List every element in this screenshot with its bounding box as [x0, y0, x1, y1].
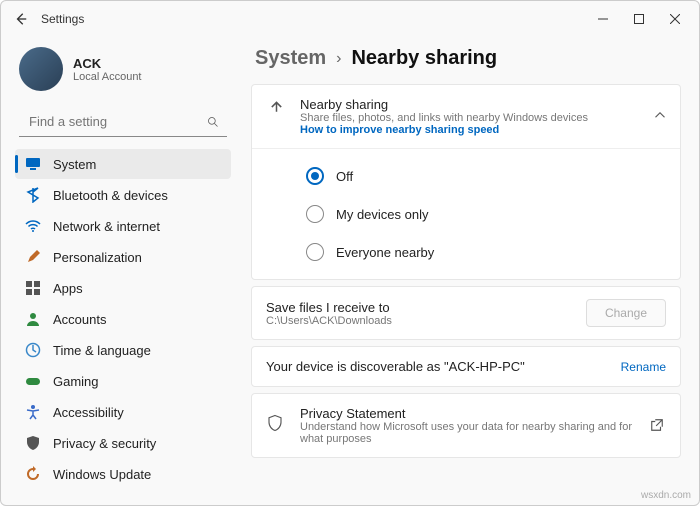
sidebar-item-label: Accounts [53, 312, 106, 327]
sidebar-item-windows-update[interactable]: Windows Update [15, 459, 231, 489]
settings-window: Settings ACK Local Account System Bluetoo… [0, 0, 700, 506]
breadcrumb: System › Nearby sharing [255, 47, 681, 70]
external-link-icon [650, 418, 666, 434]
window-title: Settings [41, 12, 84, 26]
main-content: System › Nearby sharing Nearby sharing S… [241, 37, 699, 505]
sidebar-item-label: Windows Update [53, 467, 151, 482]
radio-my-devices-only[interactable]: My devices only [306, 195, 666, 233]
radio-label: My devices only [336, 207, 428, 222]
wifi-icon [25, 218, 41, 234]
chevron-right-icon: › [336, 50, 341, 68]
accessibility-icon [25, 404, 41, 420]
discoverable-card: Your device is discoverable as "ACK-HP-P… [251, 346, 681, 387]
sidebar-item-network-internet[interactable]: Network & internet [15, 211, 231, 241]
bluetooth-icon [25, 187, 41, 203]
radio-button-icon [306, 205, 324, 223]
rename-link[interactable]: Rename [621, 360, 666, 374]
minimize-button[interactable] [585, 5, 621, 33]
sidebar-item-label: Time & language [53, 343, 151, 358]
close-icon [670, 14, 680, 24]
privacy-subtitle: Understand how Microsoft uses your data … [300, 421, 636, 445]
discoverable-text: Your device is discoverable as "ACK-HP-P… [266, 359, 607, 374]
sidebar-item-label: Network & internet [53, 219, 160, 234]
search-box[interactable] [19, 107, 227, 137]
radio-everyone-nearby[interactable]: Everyone nearby [306, 233, 666, 271]
breadcrumb-current: Nearby sharing [351, 47, 497, 70]
shield-icon [25, 435, 41, 451]
sidebar-item-label: Privacy & security [53, 436, 156, 451]
sidebar-item-label: Personalization [53, 250, 142, 265]
share-icon [266, 99, 286, 122]
gaming-icon [25, 373, 41, 389]
breadcrumb-parent[interactable]: System [255, 47, 326, 70]
nearby-subtitle: Share files, photos, and links with near… [300, 112, 588, 124]
watermark: wsxdn.com [641, 490, 691, 501]
user-account-type: Local Account [73, 71, 142, 83]
radio-label: Everyone nearby [336, 245, 434, 260]
privacy-card[interactable]: Privacy Statement Understand how Microso… [251, 393, 681, 458]
clock-globe-icon [25, 342, 41, 358]
sidebar-item-bluetooth-devices[interactable]: Bluetooth & devices [15, 180, 231, 210]
nearby-radios: Off My devices only Everyone nearby [252, 148, 680, 279]
titlebar: Settings [1, 1, 699, 37]
sidebar-item-label: Gaming [53, 374, 99, 389]
maximize-button[interactable] [621, 5, 657, 33]
minimize-icon [598, 14, 608, 24]
sidebar-item-gaming[interactable]: Gaming [15, 366, 231, 396]
paintbrush-icon [25, 249, 41, 265]
sidebar-item-time-language[interactable]: Time & language [15, 335, 231, 365]
user-name: ACK [73, 56, 142, 71]
nearby-sharing-card: Nearby sharing Share files, photos, and … [251, 84, 681, 280]
nearby-help-link[interactable]: How to improve nearby sharing speed [300, 124, 588, 136]
update-icon [25, 466, 41, 482]
nearby-sharing-header[interactable]: Nearby sharing Share files, photos, and … [252, 85, 680, 148]
sidebar-nav: System Bluetooth & devices Network & inter… [15, 149, 231, 489]
person-icon [25, 311, 41, 327]
sidebar-item-personalization[interactable]: Personalization [15, 242, 231, 272]
sidebar-item-accessibility[interactable]: Accessibility [15, 397, 231, 427]
close-button[interactable] [657, 5, 693, 33]
display-icon [25, 156, 41, 172]
sidebar-item-label: Apps [53, 281, 83, 296]
back-arrow-icon [14, 12, 28, 26]
change-button: Change [586, 299, 666, 327]
maximize-icon [634, 14, 644, 24]
shield-icon [266, 414, 286, 437]
sidebar-item-privacy-security[interactable]: Privacy & security [15, 428, 231, 458]
apps-icon [25, 280, 41, 296]
radio-off[interactable]: Off [306, 157, 666, 195]
back-button[interactable] [7, 5, 35, 33]
sidebar: ACK Local Account System Bluetooth & devi… [1, 37, 241, 505]
sidebar-item-label: System [53, 157, 96, 172]
radio-label: Off [336, 169, 353, 184]
sidebar-item-accounts[interactable]: Accounts [15, 304, 231, 334]
save-path: C:\Users\ACK\Downloads [266, 315, 572, 327]
chevron-up-icon [654, 108, 666, 126]
sidebar-item-label: Bluetooth & devices [53, 188, 168, 203]
sidebar-item-apps[interactable]: Apps [15, 273, 231, 303]
search-icon [207, 115, 219, 129]
avatar [19, 47, 63, 91]
radio-button-icon [306, 243, 324, 261]
privacy-title: Privacy Statement [300, 406, 636, 421]
radio-button-icon [306, 167, 324, 185]
user-tile[interactable]: ACK Local Account [15, 43, 231, 103]
save-location-card: Save files I receive to C:\Users\ACK\Dow… [251, 286, 681, 340]
search-input[interactable] [27, 113, 207, 130]
sidebar-item-system[interactable]: System [15, 149, 231, 179]
nearby-title: Nearby sharing [300, 97, 588, 112]
sidebar-item-label: Accessibility [53, 405, 124, 420]
save-title: Save files I receive to [266, 300, 572, 315]
